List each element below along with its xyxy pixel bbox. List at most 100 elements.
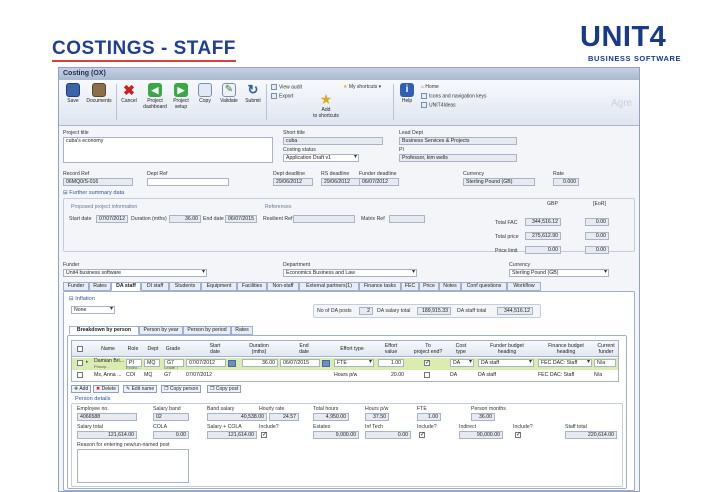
add-to-shortcuts-button[interactable]: ★ Add to shortcuts	[311, 92, 341, 119]
include-estates-checkbox[interactable]	[419, 431, 425, 438]
reason-textarea[interactable]	[77, 449, 189, 483]
currency-label: Currency	[463, 171, 485, 177]
tab-equipment[interactable]: Equipment	[201, 282, 237, 291]
cell-finance-budget[interactable]: FEC DAC: Staff	[538, 359, 592, 367]
documents-button[interactable]: Documents	[85, 83, 113, 105]
inflation-toggle[interactable]: ⊟ Inflation	[69, 296, 95, 302]
dept-ref-field[interactable]	[147, 178, 229, 186]
table-row[interactable]: ▸ Damian Bri... Princip... PI Econo... M…	[72, 358, 618, 370]
validate-button[interactable]: ✎ Validate	[217, 83, 241, 105]
start-date-label: Start date	[69, 216, 92, 222]
save-icon	[66, 83, 80, 97]
funder-select[interactable]: Unit4 business software	[63, 269, 207, 277]
tab-non-staff[interactable]: Non-staff	[267, 282, 299, 291]
tab-price[interactable]: Price	[419, 282, 439, 291]
select-all-checkbox[interactable]	[77, 346, 83, 352]
cell-cost-type[interactable]: DA	[450, 359, 474, 367]
rs-deadline-field: 29/06/2012	[321, 178, 361, 186]
row-checkbox[interactable]	[77, 372, 83, 378]
costing-status-select[interactable]: Application Draft v1	[283, 154, 359, 162]
include-salary-checkbox[interactable]	[261, 431, 267, 438]
help-button[interactable]: i Help	[395, 83, 419, 105]
duration-field: 36.00	[169, 215, 201, 223]
cell-grade[interactable]: G7	[164, 359, 184, 367]
my-shortcuts-dropdown[interactable]: ★ My shortcuts ▾	[343, 84, 381, 90]
tab-funder[interactable]: Funder	[63, 282, 89, 291]
cell-funder-budget[interactable]: DA staff	[478, 359, 534, 367]
submit-button[interactable]: ↻ Submit	[241, 83, 265, 105]
tab-workflow[interactable]: Workflow	[507, 282, 541, 291]
hours-pw-field: 37.50	[365, 413, 389, 421]
price-limit-label: Price limit	[495, 248, 518, 254]
costing-status-label: Costing status	[283, 147, 316, 153]
table-row[interactable]: Ms, Anna ... COI MQ G7 07/07/2012 Hours …	[72, 371, 618, 381]
home-icon: ⌂	[421, 84, 425, 90]
documents-icon	[92, 83, 106, 97]
delete-button[interactable]: ✖ Delete	[93, 385, 120, 393]
include-label: Include?	[513, 424, 533, 430]
cell-end[interactable]: 06/07/2015	[280, 359, 320, 367]
row-selected-marker: ▸	[86, 359, 89, 365]
project-title-field[interactable]: cuba's economy	[63, 137, 273, 163]
inflation-select[interactable]: None	[71, 306, 115, 314]
calendar-icon[interactable]	[228, 360, 236, 367]
add-button[interactable]: ✚ Add	[71, 385, 92, 393]
col-effort-value: Effort value	[384, 343, 398, 355]
cell-effort-type[interactable]: FTE	[334, 359, 374, 367]
row-checkbox[interactable]	[77, 360, 83, 366]
cell-funder-budget: DA staff	[478, 372, 497, 378]
subtab-rates[interactable]: Rates	[231, 326, 253, 335]
salary-cola-field: 121,614.00	[207, 431, 257, 439]
home-link[interactable]: ⌂ Home	[421, 84, 439, 90]
include-label: Include?	[417, 424, 437, 430]
to-project-end-checkbox[interactable]	[424, 359, 430, 366]
save-button[interactable]: Save	[61, 83, 85, 105]
cell-current-funder[interactable]: N/a	[594, 359, 616, 367]
staff-total-field: 220,614.00	[565, 431, 617, 439]
further-summary-toggle[interactable]: ⊟ Further summary data	[63, 190, 124, 196]
tab-da-staff[interactable]: DA staff	[111, 282, 141, 291]
subtab-person-by-year[interactable]: Person by year	[139, 326, 183, 335]
total-fac-label: Total FAC	[495, 220, 518, 226]
copy-button[interactable]: Copy	[193, 83, 217, 105]
cell-effort-value[interactable]: 1.00	[378, 359, 404, 367]
tab-facilities[interactable]: Facilities	[237, 282, 267, 291]
tab-rates[interactable]: Rates	[89, 282, 111, 291]
tab-notes[interactable]: Notes	[439, 282, 461, 291]
tab-finance-tasks[interactable]: Finance tasks	[359, 282, 401, 291]
tab-fec[interactable]: FEC	[401, 282, 419, 291]
fte-field: 1.00	[417, 413, 441, 421]
proposed-info-title: Proposed project information	[71, 204, 138, 210]
cell-start[interactable]: 07/07/2012	[186, 359, 226, 367]
end-date-label: End date	[203, 216, 224, 222]
tab-conf-questions[interactable]: Conf questions	[461, 282, 507, 291]
to-project-end-checkbox[interactable]	[424, 372, 430, 378]
icons-nav-link[interactable]: Icons and navigation keys	[421, 93, 487, 99]
edit-name-button[interactable]: ✎ Edit name	[123, 385, 158, 393]
funder-label: Funder	[63, 262, 80, 268]
unit4ideas-link[interactable]: UNIT4Ideas	[421, 102, 456, 108]
salary-total-field: 121,614.00	[77, 431, 137, 439]
department-select[interactable]: Economics Business and Law	[283, 269, 417, 277]
subtab-person-by-period[interactable]: Person by period	[183, 326, 231, 335]
total-price-field: 275,612.90	[525, 232, 561, 240]
tab-external-partners[interactable]: External partners(1)	[299, 282, 359, 291]
copy-post-button[interactable]: ❐ Copy post	[207, 385, 242, 393]
subtab-breakdown-by-person[interactable]: Breakdown by person	[69, 326, 139, 335]
tab-di-staff[interactable]: DI staff	[141, 282, 169, 291]
copy-person-button[interactable]: ❐ Copy person	[161, 385, 202, 393]
view-audit-button[interactable]: View audit	[271, 84, 302, 90]
start-date-field: 07/07/2012	[96, 215, 128, 223]
cell-duration[interactable]: 36.00	[242, 359, 278, 367]
calendar-icon[interactable]	[322, 360, 330, 367]
project-dashboard-button[interactable]: ◀ Project dashboard	[141, 83, 169, 110]
short-title-field[interactable]: cuba	[283, 137, 383, 145]
export-button[interactable]: Export	[271, 93, 293, 99]
cancel-button[interactable]: ✖ Cancel	[117, 83, 141, 105]
tab-students[interactable]: Students	[169, 282, 201, 291]
project-setup-button[interactable]: ▶ Project setup	[169, 83, 193, 110]
include-indirect-checkbox[interactable]	[515, 431, 521, 438]
funder-currency-select[interactable]: Sterling Pound (GB)	[509, 269, 609, 277]
end-date-field: 06/07/2015	[225, 215, 257, 223]
cell-dept[interactable]: MQ	[144, 359, 160, 367]
